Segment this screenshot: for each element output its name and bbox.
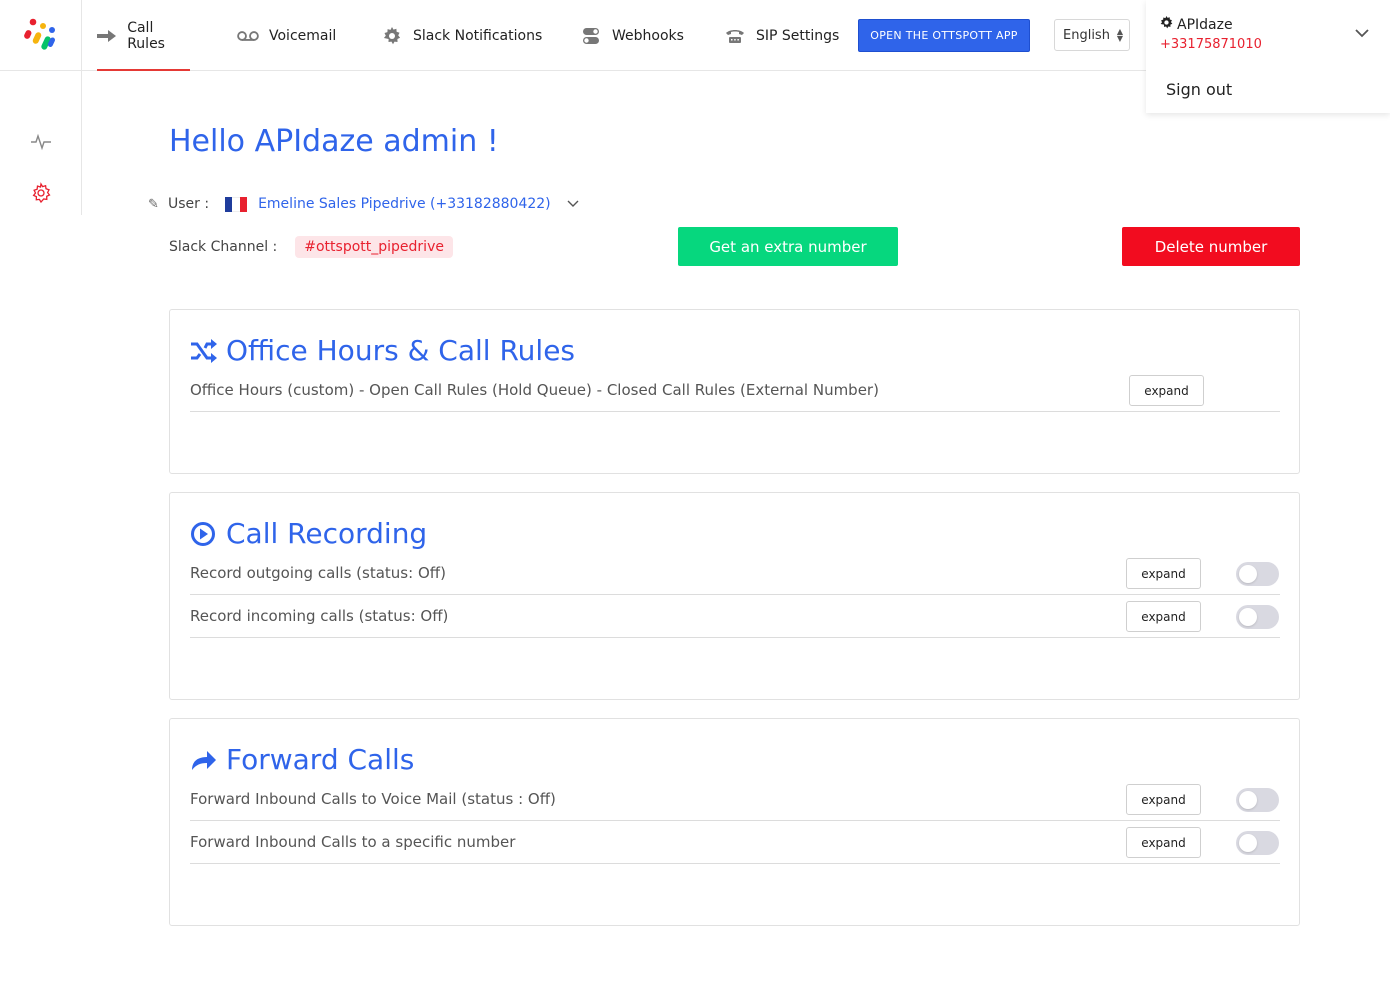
record-outgoing-row: Record outgoing calls (status: Off) expa… [190, 552, 1280, 595]
language-value: English [1063, 27, 1110, 43]
pencil-icon: ✎ [148, 196, 159, 212]
user-label: User : [168, 196, 210, 212]
call-recording-heading: Call Recording [190, 517, 427, 550]
language-select[interactable]: English ▲ ▼ [1054, 19, 1130, 51]
office-hours-row-label: Office Hours (custom) - Open Call Rules … [190, 381, 879, 399]
forward-calls-heading: Forward Calls [190, 743, 414, 776]
account-name: APIdaze [1177, 16, 1233, 33]
settings-gear-icon[interactable] [30, 182, 52, 204]
tab-webhooks-label: Webhooks [612, 27, 684, 44]
office-hours-title: Office Hours & Call Rules [226, 334, 576, 367]
office-hours-heading: Office Hours & Call Rules [190, 334, 575, 367]
arrow-right-icon [97, 28, 117, 44]
gear-icon [381, 26, 403, 44]
record-outgoing-toggle[interactable] [1236, 562, 1279, 586]
call-recording-card: Call Recording Record outgoing calls (st… [169, 492, 1300, 700]
forward-voicemail-label: Forward Inbound Calls to Voice Mail (sta… [190, 790, 556, 808]
record-incoming-label: Record incoming calls (status: Off) [190, 607, 449, 625]
user-select-value: Emeline Sales Pipedrive (+33182880422) [258, 196, 551, 212]
chevron-down-icon[interactable] [1354, 27, 1370, 39]
tab-slack-notifications[interactable]: Slack Notifications [381, 0, 542, 71]
forward-number-expand-button[interactable]: expand [1126, 827, 1201, 858]
office-hours-row: Office Hours (custom) - Open Call Rules … [190, 369, 1280, 412]
forward-number-toggle[interactable] [1236, 831, 1279, 855]
slack-channel-tag: #ottspott_pipedrive [295, 236, 453, 258]
forward-voicemail-toggle[interactable] [1236, 788, 1279, 812]
record-outgoing-expand-button[interactable]: expand [1126, 558, 1201, 589]
record-incoming-row: Record incoming calls (status: Off) expa… [190, 595, 1280, 638]
page-title: Hello APIdaze admin ! [169, 124, 499, 159]
toggle-switch-icon [580, 27, 602, 44]
tab-voicemail-label: Voicemail [269, 27, 337, 44]
chevron-down-icon [567, 200, 579, 207]
delete-number-button[interactable]: Delete number [1122, 227, 1300, 266]
office-hours-expand-button[interactable]: expand [1129, 375, 1204, 406]
account-name-row: APIdaze [1160, 16, 1233, 33]
tab-voicemail[interactable]: Voicemail [237, 0, 336, 71]
france-flag-icon [225, 196, 248, 212]
get-extra-number-button[interactable]: Get an extra number [678, 227, 898, 266]
user-row: ✎ User : Emeline Sales Pipedrive (+33182… [148, 193, 579, 215]
tab-sip-settings-label: SIP Settings [756, 27, 840, 44]
tab-call-rules[interactable]: Call Rules [97, 0, 190, 71]
voicemail-icon [237, 28, 259, 44]
tab-sip-settings[interactable]: SIP Settings [724, 0, 839, 71]
select-arrows-icon: ▲ ▼ [1116, 27, 1123, 43]
forward-voicemail-row: Forward Inbound Calls to Voice Mail (sta… [190, 778, 1280, 821]
account-gear-icon [1160, 16, 1173, 33]
phone-icon [724, 28, 746, 44]
open-app-button[interactable]: OPEN THE OTTSPOTT APP [858, 19, 1030, 52]
record-incoming-expand-button[interactable]: expand [1126, 601, 1201, 632]
user-select[interactable]: Emeline Sales Pipedrive (+33182880422) [258, 196, 579, 212]
activity-pulse-icon[interactable] [30, 131, 52, 153]
logo-cell [0, 0, 82, 71]
forward-calls-title: Forward Calls [226, 743, 415, 776]
tab-slack-notifications-label: Slack Notifications [413, 27, 543, 44]
slack-row: Slack Channel : #ottspott_pipedrive [169, 235, 453, 259]
side-rail [0, 71, 82, 215]
ottspott-logo[interactable] [24, 17, 58, 53]
record-outgoing-label: Record outgoing calls (status: Off) [190, 564, 446, 582]
tab-call-rules-label: Call Rules [127, 19, 165, 52]
slack-channel-label: Slack Channel : [169, 239, 278, 255]
forward-number-label: Forward Inbound Calls to a specific numb… [190, 833, 516, 851]
sign-out-link[interactable]: Sign out [1166, 80, 1232, 99]
account-dropdown: APIdaze +33175871010 Sign out [1146, 0, 1390, 113]
record-incoming-toggle[interactable] [1236, 605, 1279, 629]
forward-voicemail-expand-button[interactable]: expand [1126, 784, 1201, 815]
office-hours-card: Office Hours & Call Rules Office Hours (… [169, 309, 1300, 474]
call-recording-title: Call Recording [226, 517, 428, 550]
play-circle-icon [191, 521, 215, 546]
account-phone: +33175871010 [1160, 37, 1262, 52]
forward-number-row: Forward Inbound Calls to a specific numb… [190, 821, 1280, 864]
share-arrow-icon [192, 750, 216, 770]
tab-webhooks[interactable]: Webhooks [580, 0, 684, 71]
shuffle-icon [191, 338, 217, 363]
forward-calls-card: Forward Calls Forward Inbound Calls to V… [169, 718, 1300, 926]
